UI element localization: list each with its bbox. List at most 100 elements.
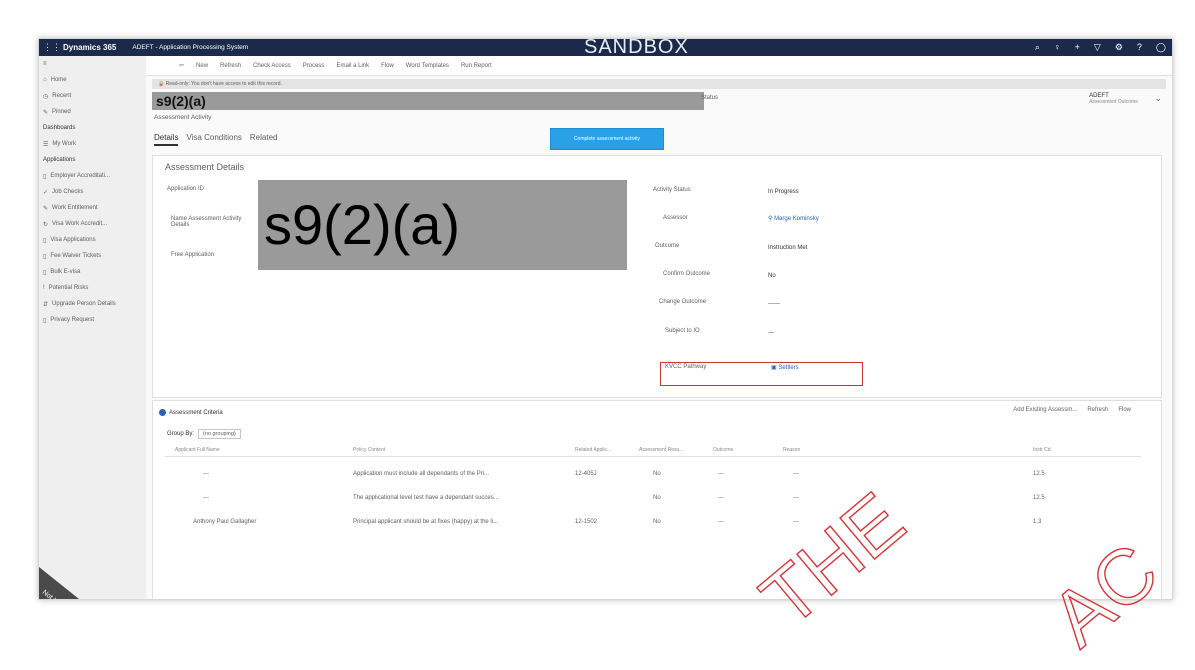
sidebar-item-recent[interactable]: ◷ Recent xyxy=(39,88,146,104)
column-header[interactable]: Policy Content xyxy=(353,447,385,453)
column-header[interactable]: Applicant Full Name xyxy=(175,447,220,453)
sidebar-item-home[interactable]: ⌂ Home xyxy=(39,72,146,88)
record-title: s9(2)(a) xyxy=(152,92,704,110)
sidebar-item-app[interactable]: ▯ Employer Accreditati... xyxy=(39,168,146,184)
sidebar-item-label: Upgrade Person Details xyxy=(52,301,116,307)
section-title: Assessment Details xyxy=(165,162,245,172)
tab-visa-conditions[interactable]: Visa Conditions xyxy=(186,133,241,146)
sidebar-item-app[interactable]: ▯ Privacy Request xyxy=(39,312,146,328)
column-header[interactable]: Assessment Resu... xyxy=(639,447,683,453)
field-label: Activity Status xyxy=(653,187,691,193)
complete-assessment-button[interactable]: Complete assessment activity xyxy=(550,128,664,150)
field-label: Confirm Outcome xyxy=(663,271,711,277)
info-icon xyxy=(159,409,166,416)
filter-icon[interactable]: ▽ xyxy=(1094,42,1101,53)
sidebar-item-label: Home xyxy=(50,77,67,83)
dashboards-heading: Dashboards xyxy=(43,125,76,131)
main-content: 🔒 Read-only: You don't have access to ed… xyxy=(146,75,1172,599)
cmd-refresh[interactable]: Refresh xyxy=(220,63,241,69)
app-launcher-icon[interactable]: ⋮⋮ xyxy=(43,42,61,53)
sidebar-item-app[interactable]: ↻ Visa Work Accredit... xyxy=(39,216,146,232)
column-header[interactable]: Outcome xyxy=(713,447,733,453)
field-value: In Progress xyxy=(768,189,799,195)
tab-bar: Details Visa Conditions Related xyxy=(154,133,277,146)
refresh-button[interactable]: Refresh xyxy=(1087,407,1108,413)
table-cell: 12.5 xyxy=(1033,471,1045,477)
cmd-check-access[interactable]: Check Access xyxy=(253,63,291,69)
topbar-icons: ⌕ ♀ + ▽ ⚙ ? ◯ xyxy=(1035,42,1166,53)
sort-icon: ⇵ xyxy=(43,301,49,308)
field-label: Assessor xyxy=(663,215,688,221)
clock-icon: ◷ xyxy=(43,93,49,100)
chevron-down-icon[interactable]: ⌄ xyxy=(1154,93,1162,104)
table-cell: 1.3 xyxy=(1033,519,1042,525)
search-icon[interactable]: ⌕ xyxy=(1035,42,1040,53)
flow-button[interactable]: Flow xyxy=(1118,407,1131,413)
column-header[interactable]: Reason xyxy=(783,447,800,453)
assessment-criteria-grid: Assessment Criteria Add Existing Assessm… xyxy=(152,400,1162,599)
cycle-icon: ↻ xyxy=(43,221,49,228)
sidebar-item-app[interactable]: ▯ Visa Applications xyxy=(39,232,146,248)
lock-icon: 🔒 xyxy=(158,81,166,87)
column-header[interactable]: Instr Cd xyxy=(1033,447,1051,453)
sidebar: ≡ ⌂ Home ◷ Recent ✎ Pinned Dashboards ☰ My W… xyxy=(39,56,146,599)
sidebar-item-pinned[interactable]: ✎ Pinned xyxy=(39,104,146,120)
table-cell: --- xyxy=(793,471,799,477)
redaction-block: s9(2)(a) xyxy=(258,180,627,270)
sidebar-item-app[interactable]: ✎ Work Entitlement xyxy=(39,200,146,216)
sidebar-item-my-work[interactable]: ☰ My Work xyxy=(39,136,146,152)
owner-block[interactable]: ADEFT Assessment Outcome xyxy=(1089,93,1138,105)
document-icon: ▯ xyxy=(43,269,47,276)
field-label: Subject to IO xyxy=(665,328,700,334)
top-bar: ⋮⋮ Dynamics 365 ADEFT - Application Proc… xyxy=(39,39,1172,58)
table-cell[interactable]: 12-405J xyxy=(575,471,597,477)
sidebar-item-app[interactable]: ▯ Bulk E-visa xyxy=(39,264,146,280)
table-cell[interactable]: The applicational level test have a depe… xyxy=(353,495,499,501)
cmd-email-link[interactable]: Email a Link xyxy=(336,63,369,69)
sidebar-item-app[interactable]: ✓ Job Checks xyxy=(39,184,146,200)
table-cell[interactable]: Application must include all dependants … xyxy=(353,471,489,477)
tab-related[interactable]: Related xyxy=(250,133,278,146)
sidebar-item-label: Recent xyxy=(52,93,72,99)
header-status-label: Status xyxy=(701,95,719,101)
cmd-flow[interactable]: Flow xyxy=(381,63,394,69)
table-cell[interactable]: Anthony Paul Gallagher xyxy=(193,519,256,525)
help-icon[interactable]: ? xyxy=(1137,42,1142,53)
sidebar-item-app[interactable]: ! Potential Risks xyxy=(39,280,146,296)
column-header[interactable]: Related Applic... xyxy=(575,447,611,453)
sidebar-item-app[interactable]: ⇵ Upgrade Person Details xyxy=(39,296,146,312)
app-name[interactable]: ADEFT - Application Processing System xyxy=(132,44,248,51)
readonly-notice: 🔒 Read-only: You don't have access to ed… xyxy=(152,79,1166,89)
add-icon[interactable]: + xyxy=(1075,42,1080,53)
add-existing-button[interactable]: Add Existing Assessm... xyxy=(1013,407,1077,413)
tab-details[interactable]: Details xyxy=(154,133,179,146)
table-cell[interactable]: Principal applicant should be at fixes (… xyxy=(353,519,498,525)
field-value: No xyxy=(768,273,776,279)
entity-icon: ▯ xyxy=(43,173,47,180)
assessor-link[interactable]: ⚲ Marge Kominsky xyxy=(768,215,819,222)
group-by-select[interactable]: (no grouping) xyxy=(198,429,241,439)
cmd-process[interactable]: Process xyxy=(303,63,325,69)
home-icon: ⌂ xyxy=(43,77,47,83)
table-cell[interactable]: 12-1502 xyxy=(575,519,597,525)
avatar[interactable]: ◯ xyxy=(1156,42,1166,53)
warning-icon: ! xyxy=(43,285,45,291)
field-label: Outcome xyxy=(655,243,680,249)
table-cell: --- xyxy=(718,471,724,477)
list-icon: ☰ xyxy=(43,141,49,148)
cmd-new[interactable]: New xyxy=(196,63,208,69)
hamburger-icon[interactable]: ≡ xyxy=(39,56,146,72)
product-brand[interactable]: Dynamics 365 xyxy=(63,43,116,52)
sidebar-item-app[interactable]: ▯ Fee Waiver Tickets xyxy=(39,248,146,264)
sidebar-item-label: Visa Applications xyxy=(50,237,96,243)
grid-toolbar: Add Existing Assessm... Refresh Flow xyxy=(1013,407,1131,413)
group-by: Group By: (no grouping) xyxy=(167,429,241,439)
lightbulb-icon[interactable]: ♀ xyxy=(1054,42,1061,53)
sidebar-item-label: Visa Work Accredit... xyxy=(52,221,108,227)
back-icon[interactable]: ⇦ xyxy=(179,62,184,69)
settings-icon[interactable]: ⚙ xyxy=(1115,42,1123,53)
table-cell: --- xyxy=(203,495,209,501)
field-value: Instruction Met xyxy=(768,245,808,251)
cmd-run-report[interactable]: Run Report xyxy=(461,63,492,69)
cmd-word-templates[interactable]: Word Templates xyxy=(406,63,449,69)
